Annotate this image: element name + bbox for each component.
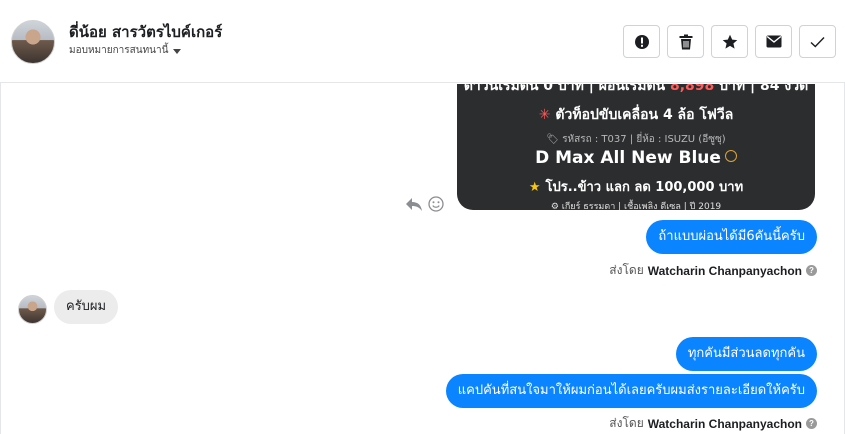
contact-avatar-small[interactable] — [18, 295, 47, 324]
message-bubble-outgoing[interactable]: ถ้าแบบผ่อนได้มี6คันนี้ครับ — [646, 220, 817, 254]
message-thread[interactable]: ดาวน์เริ่มต้น 0 บาท | ผ่อนเริ่มต้น 8,898… — [0, 84, 845, 434]
envelope-icon — [766, 35, 781, 48]
assign-label: มอบหมายการสนทนานี้ — [69, 45, 169, 56]
conversation-header: ดี่น้อย สารวัตรไบค์เกอร์ มอบหมายการสนทนา… — [0, 0, 845, 83]
reply-icon[interactable] — [405, 196, 423, 212]
sent-by-info: ส่งโดย Watcharin Chanpanyachon ? — [609, 261, 817, 280]
mark-done-button[interactable] — [799, 25, 836, 58]
contact-name[interactable]: ดี่น้อย สารวัตรไบค์เกอร์ — [69, 20, 222, 44]
card-drive-line: ✳ ตัวท็อปขับเคลื่อน 4 ล้อ โฟวีล — [538, 107, 734, 123]
caret-down-icon — [173, 48, 182, 54]
contact-avatar[interactable] — [11, 20, 55, 64]
checkmark-icon — [810, 36, 825, 47]
alert-icon — [634, 34, 649, 49]
card-specs-line: ⚙ เกียร์ ธรรมดา | เชื้อเพลิง ดีเซล | ปี … — [550, 202, 722, 210]
asterisk-icon: ✳ — [538, 107, 551, 123]
card-financing-line: ดาวน์เริ่มต้น 0 บาท | ผ่อนเริ่มต้น 8,898… — [463, 84, 809, 94]
sent-by-info: ส่งโดย Watcharin Chanpanyachon ? — [609, 414, 817, 433]
shared-car-card[interactable]: ดาวน์เริ่มต้น 0 บาท | ผ่อนเริ่มต้น 8,898… — [457, 84, 815, 210]
tag-icon: 🏷 — [546, 134, 563, 145]
card-promo-line: ★ โปร..ข้าว แลก ลด 100,000 บาท — [528, 180, 744, 195]
message-bubble-outgoing[interactable]: ทุกคันมีส่วนลดทุกคัน — [675, 337, 817, 371]
help-icon[interactable]: ? — [806, 418, 817, 429]
star-button[interactable] — [711, 25, 748, 58]
message-bubble-outgoing[interactable]: แคปคันที่สนใจมาให้ผมก่อนได้เลยครับผมส่งร… — [445, 374, 817, 408]
card-code-line: 🏷 รหัสรถ : T037 | ยี่ห้อ : ISUZU (อีซูซุ… — [546, 134, 726, 145]
assign-conversation-dropdown[interactable]: มอบหมายการสนทนานี้ — [69, 43, 182, 58]
message-bubble-incoming[interactable]: ครับผม — [54, 290, 119, 324]
action-toolbar — [623, 25, 836, 58]
emoji-react-icon[interactable] — [428, 196, 444, 212]
delete-button[interactable] — [667, 25, 704, 58]
verified-check-icon — [724, 150, 737, 162]
report-button[interactable] — [623, 25, 660, 58]
gear-icon: ⚙ — [550, 202, 562, 210]
help-icon[interactable]: ? — [806, 265, 817, 276]
star-icon — [722, 34, 737, 49]
star-icon: ★ — [528, 180, 541, 195]
trash-icon — [679, 34, 692, 49]
card-model-title: D Max All New Blue — [457, 148, 815, 168]
mark-unread-button[interactable] — [755, 25, 792, 58]
